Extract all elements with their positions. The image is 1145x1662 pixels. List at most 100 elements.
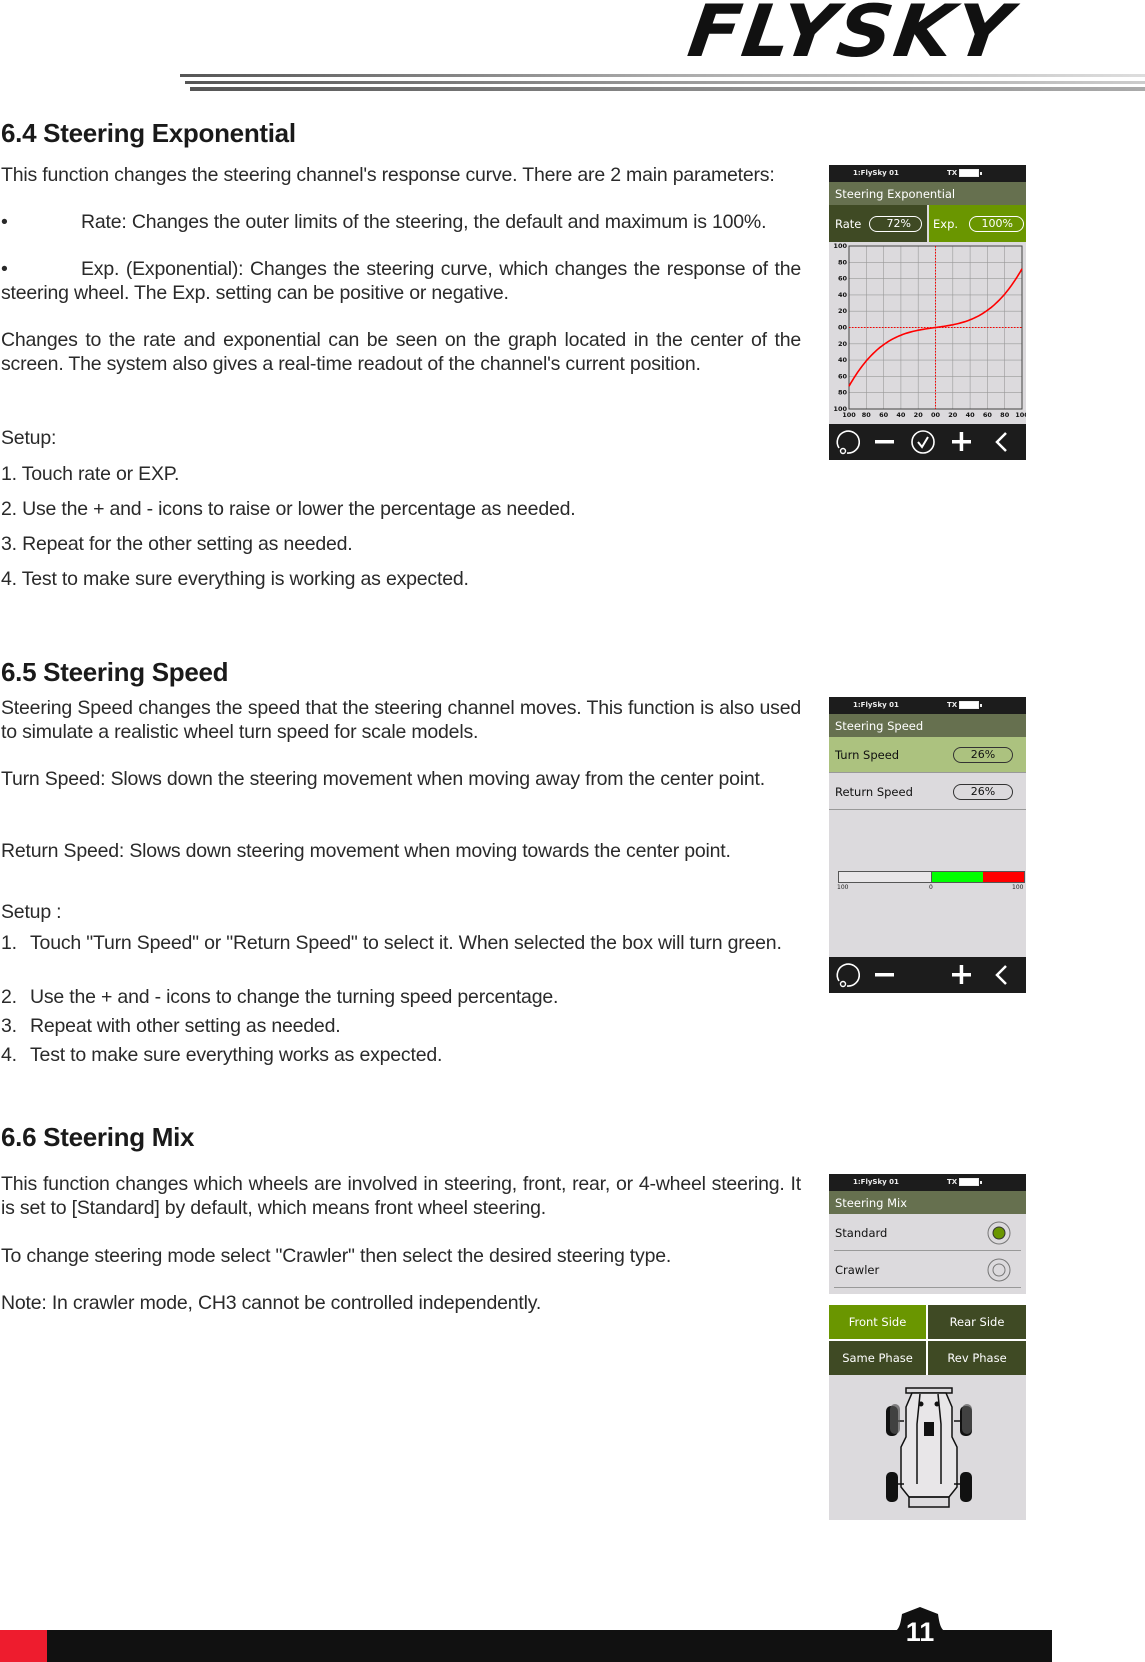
setup-step: 3. Repeat for the other setting as neede…	[1, 533, 353, 555]
position-bar	[838, 871, 1025, 883]
exp-label: Exp.	[933, 217, 959, 231]
paragraph: Steering Speed changes the speed that th…	[1, 697, 801, 743]
front-side-button[interactable]: Front Side	[829, 1305, 926, 1339]
back-icon[interactable]	[984, 424, 1020, 460]
setup-step: 1. Touch rate or EXP.	[1, 463, 180, 485]
header-rule-1	[180, 74, 1145, 77]
y-tick-label: 80	[838, 258, 848, 266]
response-curve-graph: 100 100 80 80 60 60 40 40 20 20 00 00 20 20 40 40 60 60 80…	[833, 242, 1026, 419]
step-number: 4.	[1, 1044, 17, 1066]
back-icon[interactable]	[984, 957, 1020, 993]
bar-label-left: 100	[837, 884, 849, 891]
paragraph: Note: In crawler mode, CH3 cannot be con…	[1, 1292, 542, 1314]
y-tick-label: 40	[838, 356, 848, 364]
standard-option[interactable]: Standard	[829, 1214, 1026, 1251]
tx-label: TX	[947, 701, 958, 709]
plus-icon[interactable]	[943, 424, 979, 460]
step-number: 1.	[1, 932, 17, 954]
x-tick-label: 40	[966, 411, 976, 419]
setup-step: 3. Repeat with other setting as needed.	[1, 1015, 341, 1039]
step-text: Use the + and - icons to change the turn…	[30, 986, 559, 1008]
turn-speed-value: 26%	[953, 747, 1013, 763]
x-tick-label: 80	[862, 411, 872, 419]
tx-label: TX	[947, 169, 958, 177]
section-title-6-4: 6.4 Steering Exponential	[1, 118, 296, 148]
bar-label-center: 0	[929, 884, 933, 891]
x-tick-label: 20	[948, 411, 958, 419]
return-fill	[982, 872, 1024, 882]
radio-unselected-icon[interactable]	[987, 1258, 1011, 1282]
x-tick-label: 80	[1000, 411, 1010, 419]
paragraph: This function changes the steering chann…	[1, 164, 775, 186]
model-name: 1:FlySky 01	[853, 1178, 899, 1186]
steering-mix-screen: 1:FlySky 01 TX Steering Mix Standard Craw…	[829, 1174, 1026, 1520]
exp-button[interactable]: Exp. 100%	[929, 205, 1026, 242]
x-tick-label: 00	[931, 411, 941, 419]
x-tick-label: 100	[1015, 411, 1026, 419]
battery-icon	[959, 1178, 982, 1186]
crawler-label: Crawler	[835, 1263, 880, 1277]
crawler-option[interactable]: Crawler	[829, 1251, 1026, 1288]
check-icon[interactable]	[905, 424, 941, 460]
car-diagram-icon	[886, 1387, 972, 1508]
minus-icon[interactable]	[867, 957, 903, 993]
reset-icon[interactable]	[831, 424, 867, 460]
page-number: 11	[905, 1617, 935, 1647]
minus-icon[interactable]	[867, 424, 903, 460]
reset-icon[interactable]	[831, 957, 867, 993]
rear-side-button[interactable]: Rear Side	[928, 1305, 1026, 1339]
return-speed-value: 26%	[953, 784, 1013, 800]
y-tick-label: 80	[838, 389, 848, 397]
toolbar	[829, 424, 1026, 460]
turn-speed-label: Turn Speed	[835, 748, 900, 762]
rate-button[interactable]: Rate 72%	[829, 205, 927, 242]
setup-step: 4. Test to make sure everything works as …	[1, 1044, 442, 1068]
steering-exponential-screen: 1:FlySky 01 TX Steering Exponential Rate …	[829, 165, 1026, 460]
turn-fill	[932, 872, 983, 882]
y-tick-label: 100	[833, 242, 847, 250]
battery-icon	[959, 169, 982, 177]
header-rule-3	[190, 87, 1145, 91]
steering-speed-screen: 1:FlySky 01 TX Steering Speed Turn Speed …	[829, 697, 1026, 993]
step-number: 2.	[1, 986, 17, 1008]
screen-title: Steering Speed	[829, 714, 1026, 737]
rate-label: Rate	[835, 217, 862, 231]
exp-value: 100%	[969, 216, 1024, 232]
turn-speed-row[interactable]: Turn Speed 26%	[829, 737, 1026, 773]
section-title-6-5: 6.5 Steering Speed	[1, 657, 229, 687]
paragraph: Changes to the rate and exponential can …	[1, 329, 801, 375]
same-phase-button[interactable]: Same Phase	[829, 1341, 926, 1375]
rev-phase-button[interactable]: Rev Phase	[928, 1341, 1026, 1375]
y-tick-label: 20	[838, 340, 848, 348]
status-bar: 1:FlySky 01 TX	[829, 1174, 1026, 1191]
standard-label: Standard	[835, 1226, 888, 1240]
y-tick-label: 00	[838, 324, 848, 332]
model-name: 1:FlySky 01	[853, 701, 899, 709]
step-number: 3.	[1, 1015, 17, 1037]
toolbar	[829, 957, 1026, 993]
screen-title: Steering Exponential	[829, 182, 1026, 205]
x-tick-label: 60	[983, 411, 993, 419]
plus-icon[interactable]	[943, 957, 979, 993]
radio-selected-icon[interactable]	[987, 1221, 1011, 1245]
step-text: Repeat with other setting as needed.	[30, 1015, 341, 1037]
bullet-text: Rate: Changes the outer limits of the st…	[81, 211, 767, 233]
header-rule-2	[185, 81, 1145, 84]
paragraph: This function changes which wheels are i…	[1, 1173, 801, 1219]
setup-step: 4. Test to make sure everything is worki…	[1, 568, 469, 590]
status-bar: 1:FlySky 01 TX	[829, 165, 1026, 182]
bullet-rate: • Rate: Changes the outer limits of the s…	[1, 211, 767, 233]
y-tick-label: 100	[833, 405, 847, 413]
bar-label-right: 100	[1012, 884, 1024, 891]
x-tick-label: 20	[914, 411, 924, 419]
return-speed-label: Return Speed	[835, 785, 913, 799]
y-tick-label: 40	[838, 291, 848, 299]
return-speed-row[interactable]: Return Speed 26%	[829, 774, 1026, 810]
paragraph: To change steering mode select "Crawler"…	[1, 1245, 672, 1267]
x-tick-label: 60	[879, 411, 889, 419]
step-text: Test to make sure everything works as ex…	[30, 1044, 443, 1066]
y-tick-label: 60	[838, 275, 848, 283]
x-tick-label: 40	[896, 411, 906, 419]
setup-label: Setup :	[1, 901, 62, 923]
paragraph: Turn Speed: Slows down the steering move…	[1, 768, 765, 790]
